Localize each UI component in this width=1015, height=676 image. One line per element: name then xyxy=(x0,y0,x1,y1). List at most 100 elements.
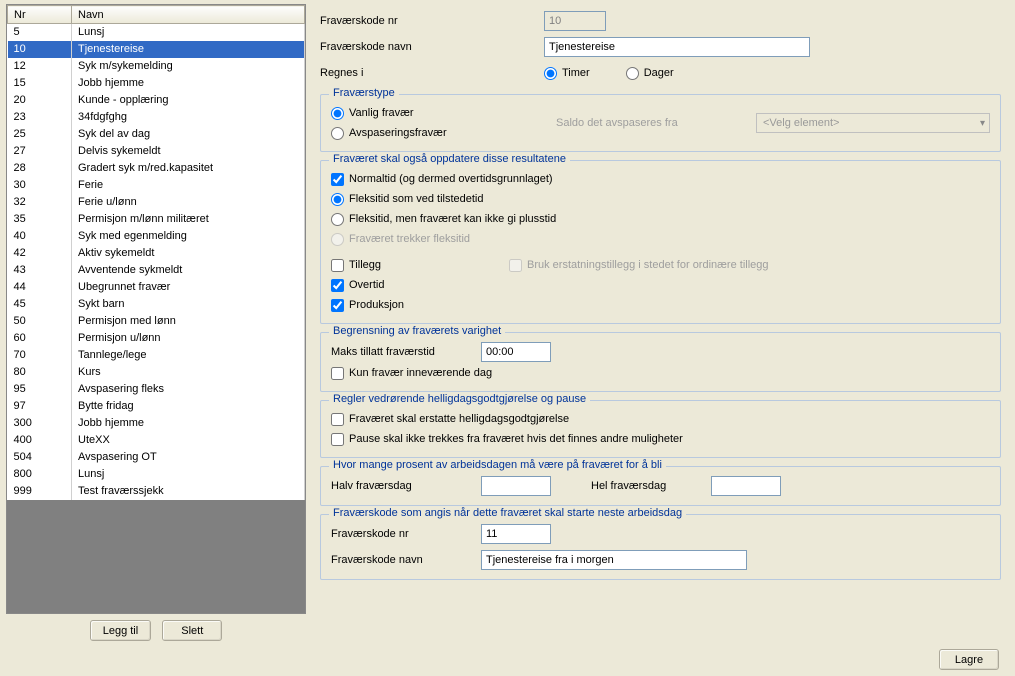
legend-fravaerstype: Fraværstype xyxy=(329,87,399,99)
check-erstatningstillegg: Bruk erstatningstillegg i stedet for ord… xyxy=(509,255,769,275)
table-row[interactable]: 43Avventende sykmeldt xyxy=(8,262,305,279)
cell-navn: Avspasering OT xyxy=(72,449,305,466)
table-row[interactable]: 12Syk m/sykemelding xyxy=(8,58,305,75)
table-row[interactable]: 40Syk med egenmelding xyxy=(8,228,305,245)
cell-nr: 42 xyxy=(8,245,72,262)
cell-navn: Ferie xyxy=(72,177,305,194)
table-row[interactable]: 28Gradert syk m/red.kapasitet xyxy=(8,160,305,177)
group-begrensning: Begrensning av fraværets varighet Maks t… xyxy=(320,332,1001,392)
cell-nr: 30 xyxy=(8,177,72,194)
table-row[interactable]: 15Jobb hjemme xyxy=(8,75,305,92)
check-normaltid[interactable]: Normaltid (og dermed overtidsgrunnlaget) xyxy=(331,169,553,189)
cell-navn: Syk m/sykemelding xyxy=(72,58,305,75)
table-row[interactable]: 30Ferie xyxy=(8,177,305,194)
cell-navn: Syk med egenmelding xyxy=(72,228,305,245)
neste-navn-input[interactable] xyxy=(481,550,747,570)
table-row[interactable]: 45Sykt barn xyxy=(8,296,305,313)
radio-vanlig-fravaer[interactable]: Vanlig fravær xyxy=(331,103,414,123)
cell-navn: Ferie u/lønn xyxy=(72,194,305,211)
cell-nr: 400 xyxy=(8,432,72,449)
cell-navn: Lunsj xyxy=(72,24,305,41)
cell-nr: 97 xyxy=(8,398,72,415)
table-row[interactable]: 95Avspasering fleks xyxy=(8,381,305,398)
cell-navn: Tannlege/lege xyxy=(72,347,305,364)
radio-flex-tilstede[interactable]: Fleksitid som ved tilstedetid xyxy=(331,189,484,209)
table-row[interactable]: 2334fdgfghg xyxy=(8,109,305,126)
check-kun-dag[interactable]: Kun fravær inneværende dag xyxy=(331,363,492,383)
kode-nr-input xyxy=(544,11,606,31)
radio-dager[interactable]: Dager xyxy=(626,63,674,83)
table-row[interactable]: 35Permisjon m/lønn militæret xyxy=(8,211,305,228)
kode-navn-input[interactable] xyxy=(544,37,810,57)
check-produksjon[interactable]: Produksjon xyxy=(331,295,404,315)
radio-timer[interactable]: Timer xyxy=(544,63,590,83)
cell-navn: Permisjon u/lønn xyxy=(72,330,305,347)
table-row[interactable]: 25Syk del av dag xyxy=(8,126,305,143)
table-row[interactable]: 80Kurs xyxy=(8,364,305,381)
table-row[interactable]: 60Permisjon u/lønn xyxy=(8,330,305,347)
table-row[interactable]: 800Lunsj xyxy=(8,466,305,483)
cell-nr: 20 xyxy=(8,92,72,109)
table-row[interactable]: 97Bytte fridag xyxy=(8,398,305,415)
cell-navn: 34fdgfghg xyxy=(72,109,305,126)
cell-navn: Tjenestereise xyxy=(72,41,305,58)
cell-nr: 45 xyxy=(8,296,72,313)
cell-navn: UteXX xyxy=(72,432,305,449)
halv-dag-input[interactable] xyxy=(481,476,551,496)
cell-nr: 10 xyxy=(8,41,72,58)
table-row[interactable]: 999Test fraværssjekk xyxy=(8,483,305,500)
check-erstatte-helligdag[interactable]: Fraværet skal erstatte helligdagsgodtgjø… xyxy=(331,409,569,429)
hel-dag-input[interactable] xyxy=(711,476,781,496)
table-row[interactable]: 42Aktiv sykemeldt xyxy=(8,245,305,262)
radio-flex-ikkepluss[interactable]: Fleksitid, men fraværet kan ikke gi plus… xyxy=(331,209,556,229)
cell-nr: 12 xyxy=(8,58,72,75)
table-row[interactable]: 10Tjenestereise xyxy=(8,41,305,58)
cell-nr: 95 xyxy=(8,381,72,398)
cell-navn: Ubegrunnet fravær xyxy=(72,279,305,296)
table-row[interactable]: 504Avspasering OT xyxy=(8,449,305,466)
cell-nr: 999 xyxy=(8,483,72,500)
cell-navn: Kunde - opplæring xyxy=(72,92,305,109)
cell-nr: 50 xyxy=(8,313,72,330)
table-row[interactable]: 300Jobb hjemme xyxy=(8,415,305,432)
label-halv-dag: Halv fraværsdag xyxy=(331,480,481,492)
table-row[interactable]: 27Delvis sykemeldt xyxy=(8,143,305,160)
table-row[interactable]: 70Tannlege/lege xyxy=(8,347,305,364)
cell-nr: 40 xyxy=(8,228,72,245)
grid-header-nr[interactable]: Nr xyxy=(8,6,72,24)
save-button[interactable]: Lagre xyxy=(939,649,999,670)
cell-navn: Kurs xyxy=(72,364,305,381)
maks-fravaer-input[interactable] xyxy=(481,342,551,362)
cell-navn: Delvis sykemeldt xyxy=(72,143,305,160)
table-row[interactable]: 5Lunsj xyxy=(8,24,305,41)
group-helligdag-pause: Regler vedrørende helligdagsgodtgjørelse… xyxy=(320,400,1001,458)
neste-nr-input[interactable] xyxy=(481,524,551,544)
check-overtid[interactable]: Overtid xyxy=(331,275,384,295)
check-pause-ikke-trekkes[interactable]: Pause skal ikke trekkes fra fraværet hvi… xyxy=(331,429,683,449)
cell-nr: 300 xyxy=(8,415,72,432)
check-tillegg[interactable]: Tillegg xyxy=(331,255,491,275)
delete-button[interactable]: Slett xyxy=(162,620,222,641)
table-row[interactable]: 400UteXX xyxy=(8,432,305,449)
grid-header-navn[interactable]: Navn xyxy=(72,6,305,24)
cell-navn: Jobb hjemme xyxy=(72,75,305,92)
cell-nr: 43 xyxy=(8,262,72,279)
table-row[interactable]: 44Ubegrunnet fravær xyxy=(8,279,305,296)
cell-nr: 23 xyxy=(8,109,72,126)
radio-avspaseringsfravaer[interactable]: Avspaseringsfravær xyxy=(331,123,447,143)
legend-begrensning: Begrensning av fraværets varighet xyxy=(329,325,505,337)
saldo-dropdown: <Velg element> ▾ xyxy=(756,113,990,133)
label-regnes-i: Regnes i xyxy=(320,67,544,79)
cell-navn: Permisjon m/lønn militæret xyxy=(72,211,305,228)
label-kode-navn: Fraværskode navn xyxy=(320,41,544,53)
legend-prosent: Hvor mange prosent av arbeidsdagen må væ… xyxy=(329,459,666,471)
table-row[interactable]: 32Ferie u/lønn xyxy=(8,194,305,211)
table-row[interactable]: 20Kunde - opplæring xyxy=(8,92,305,109)
add-button[interactable]: Legg til xyxy=(90,620,151,641)
legend-neste: Fraværskode som angis når dette fraværet… xyxy=(329,507,686,519)
cell-navn: Avventende sykmeldt xyxy=(72,262,305,279)
cell-navn: Bytte fridag xyxy=(72,398,305,415)
absence-code-grid[interactable]: Nr Navn 5Lunsj10Tjenestereise12Syk m/syk… xyxy=(6,4,306,614)
cell-nr: 28 xyxy=(8,160,72,177)
table-row[interactable]: 50Permisjon med lønn xyxy=(8,313,305,330)
